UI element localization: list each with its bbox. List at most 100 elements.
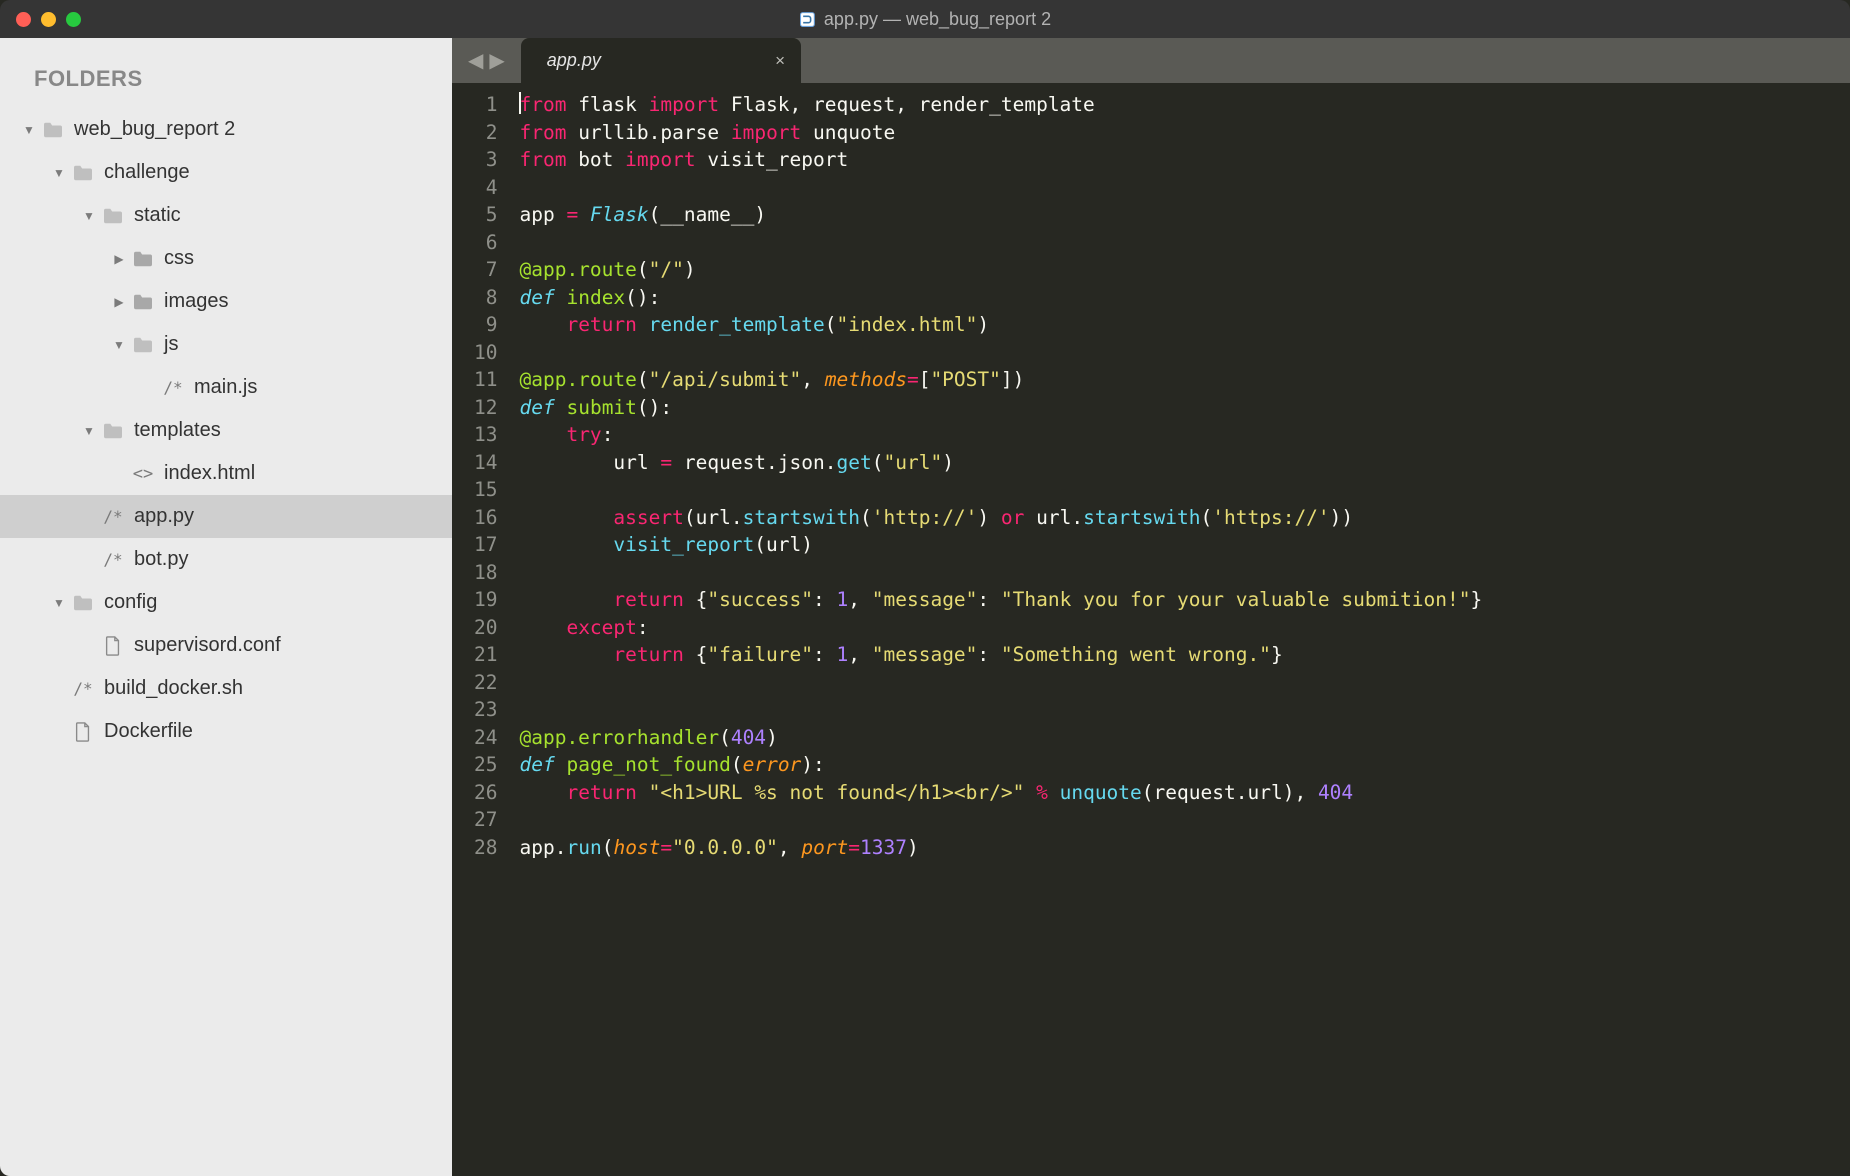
doc-file-icon [72, 722, 94, 742]
tree-folder[interactable]: ▼js [0, 323, 452, 366]
chevron-down-icon[interactable]: ▼ [52, 166, 66, 180]
code-file-icon: /* [102, 507, 124, 526]
tree-folder[interactable]: ▼ challenge [0, 151, 452, 194]
tree-folder[interactable]: ▼static [0, 194, 452, 237]
token-str: "/" [649, 258, 684, 281]
token-punc: . [825, 451, 837, 474]
tree-file[interactable]: /*main.js [0, 366, 452, 409]
code-line[interactable]: @app.errorhandler(404) [519, 724, 1482, 752]
line-number: 1 [474, 91, 497, 119]
code-line[interactable]: @app.route("/api/submit", methods=["POST… [519, 366, 1482, 394]
code-line[interactable]: from flask import Flask, request, render… [519, 91, 1482, 119]
token-punc: ), [1283, 781, 1318, 804]
code-line[interactable]: url = request.json.get("url") [519, 449, 1482, 477]
code-line[interactable]: return {"failure": 1, "message": "Someth… [519, 641, 1482, 669]
code-line[interactable] [519, 174, 1482, 202]
token-kw: except [566, 616, 636, 639]
tree-file[interactable]: /*build_docker.sh [0, 667, 452, 710]
code-line[interactable]: @app.route("/") [519, 256, 1482, 284]
code-line[interactable]: return {"success": 1, "message": "Thank … [519, 586, 1482, 614]
tree-file[interactable]: <>index.html [0, 452, 452, 495]
code-line[interactable]: from bot import visit_report [519, 146, 1482, 174]
chevron-down-icon[interactable]: ▼ [112, 338, 126, 352]
code-content[interactable]: from flask import Flask, request, render… [511, 83, 1500, 1176]
token-call: get [837, 451, 872, 474]
code-line[interactable]: except: [519, 614, 1482, 642]
token [637, 313, 649, 336]
tree-file[interactable]: /*app.py [0, 495, 452, 538]
code-line[interactable] [519, 806, 1482, 834]
code-line[interactable] [519, 669, 1482, 697]
token [637, 781, 649, 804]
token-str: "message" [872, 643, 978, 666]
token: url [1247, 781, 1282, 804]
token-num: 404 [1318, 781, 1353, 804]
tree-folder[interactable]: ▼templates [0, 409, 452, 452]
tree-item-label: challenge [104, 161, 190, 184]
token [578, 203, 590, 226]
code-line[interactable]: def submit(): [519, 394, 1482, 422]
chevron-right-icon[interactable]: ▶ [112, 295, 126, 309]
code-line[interactable] [519, 696, 1482, 724]
tree-item-label: config [104, 591, 157, 614]
code-line[interactable]: return render_template("index.html") [519, 311, 1482, 339]
minimize-window-button[interactable] [41, 12, 56, 27]
tree-file[interactable]: Dockerfile [0, 710, 452, 753]
code-line[interactable]: def index(): [519, 284, 1482, 312]
line-number: 22 [474, 669, 497, 697]
tree-item-label: images [164, 290, 228, 313]
code-line[interactable]: from urllib.parse import unquote [519, 119, 1482, 147]
line-number: 18 [474, 559, 497, 587]
code-line[interactable] [519, 559, 1482, 587]
token-str: "failure" [707, 643, 813, 666]
tree-file[interactable]: supervisord.conf [0, 624, 452, 667]
chevron-down-icon[interactable]: ▼ [82, 424, 96, 438]
token-kw: or [1001, 506, 1024, 529]
folder-tree[interactable]: ▼web_bug_report 2▼challenge▼static▶css▶i… [0, 108, 452, 1176]
tree-folder[interactable]: ▶ css [0, 237, 452, 280]
token-punc: ) [754, 203, 766, 226]
tree-folder[interactable]: ▶ images [0, 280, 452, 323]
tree-item-label: css [164, 247, 194, 270]
code-line[interactable]: assert(url.startswith('http://') or url.… [519, 504, 1482, 532]
token-punc: (): [625, 286, 660, 309]
code-line[interactable]: try: [519, 421, 1482, 449]
code-file-icon: /* [72, 679, 94, 698]
code-editor[interactable]: 1234567891011121314151617181920212223242… [452, 83, 1850, 1176]
close-tab-icon[interactable]: × [775, 51, 785, 71]
line-number: 27 [474, 806, 497, 834]
token [555, 286, 567, 309]
chevron-down-icon[interactable]: ▼ [52, 596, 66, 610]
code-line[interactable] [519, 229, 1482, 257]
chevron-down-icon[interactable]: ▼ [22, 123, 36, 137]
zoom-window-button[interactable] [66, 12, 81, 27]
code-line[interactable]: return "<h1>URL %s not found</h1><br/>" … [519, 779, 1482, 807]
token-op: % [1036, 781, 1048, 804]
nav-forward-icon[interactable]: ▶ [487, 48, 506, 73]
token: __name__ [660, 203, 754, 226]
tab-app-py[interactable]: app.py × [521, 38, 801, 83]
code-line[interactable]: app = Flask(__name__) [519, 201, 1482, 229]
folder-icon [132, 293, 154, 311]
code-line[interactable] [519, 476, 1482, 504]
tree-folder[interactable]: ▼ config [0, 581, 452, 624]
close-window-button[interactable] [16, 12, 31, 27]
chevron-down-icon[interactable]: ▼ [82, 209, 96, 223]
token: Flask, request, render_template [719, 93, 1095, 116]
code-line[interactable]: app.run(host="0.0.0.0", port=1337) [519, 834, 1482, 862]
token-punc: ) [977, 313, 989, 336]
token-str: "Thank you for your valuable submition!" [1001, 588, 1471, 611]
token [555, 753, 567, 776]
code-line[interactable]: visit_report(url) [519, 531, 1482, 559]
code-line[interactable] [519, 339, 1482, 367]
token-arg: error [743, 753, 802, 776]
chevron-right-icon[interactable]: ▶ [112, 252, 126, 266]
nav-back-icon[interactable]: ◀ [466, 48, 485, 73]
tree-folder[interactable]: ▼web_bug_report 2 [0, 108, 452, 151]
token-punc: ( [731, 753, 743, 776]
folder-icon [102, 207, 124, 225]
tree-file[interactable]: /*bot.py [0, 538, 452, 581]
token-op: = [848, 836, 860, 859]
code-line[interactable]: def page_not_found(error): [519, 751, 1482, 779]
token: visit_report [696, 148, 849, 171]
